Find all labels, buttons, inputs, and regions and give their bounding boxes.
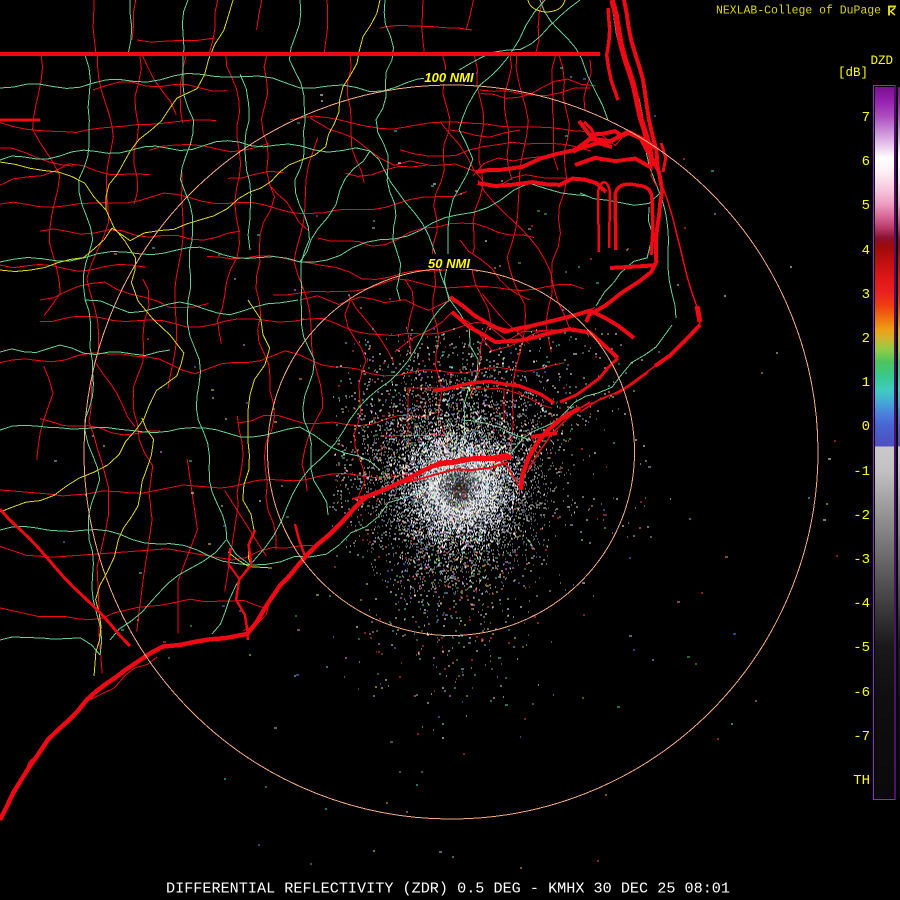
svg-text:1: 1 xyxy=(862,375,870,391)
svg-text:[dB]: [dB] xyxy=(838,66,868,80)
svg-text:7: 7 xyxy=(862,110,870,126)
svg-text:2: 2 xyxy=(862,331,870,347)
svg-text:DZD: DZD xyxy=(870,54,893,68)
svg-text:-6: -6 xyxy=(853,685,870,701)
svg-text:-3: -3 xyxy=(853,552,870,568)
svg-text:6: 6 xyxy=(862,154,870,170)
svg-text:DIFFERENTIAL REFLECTIVITY (ZDR: DIFFERENTIAL REFLECTIVITY (ZDR) 0.5 DEG … xyxy=(166,881,730,898)
svg-text:3: 3 xyxy=(862,287,870,303)
svg-text:4: 4 xyxy=(862,243,870,259)
svg-text:0: 0 xyxy=(862,419,870,435)
svg-text:TH: TH xyxy=(853,773,870,789)
svg-text:-4: -4 xyxy=(853,596,870,612)
svg-text:5: 5 xyxy=(862,198,870,214)
svg-text:-1: -1 xyxy=(853,464,870,480)
svg-text:-2: -2 xyxy=(853,508,870,524)
svg-text:NEXLAB-College of DuPage: NEXLAB-College of DuPage xyxy=(716,4,881,18)
svg-text:100 NMI: 100 NMI xyxy=(424,70,474,85)
svg-text:50 NMI: 50 NMI xyxy=(428,256,470,271)
svg-text:-5: -5 xyxy=(853,640,870,656)
svg-text:-7: -7 xyxy=(853,729,870,745)
